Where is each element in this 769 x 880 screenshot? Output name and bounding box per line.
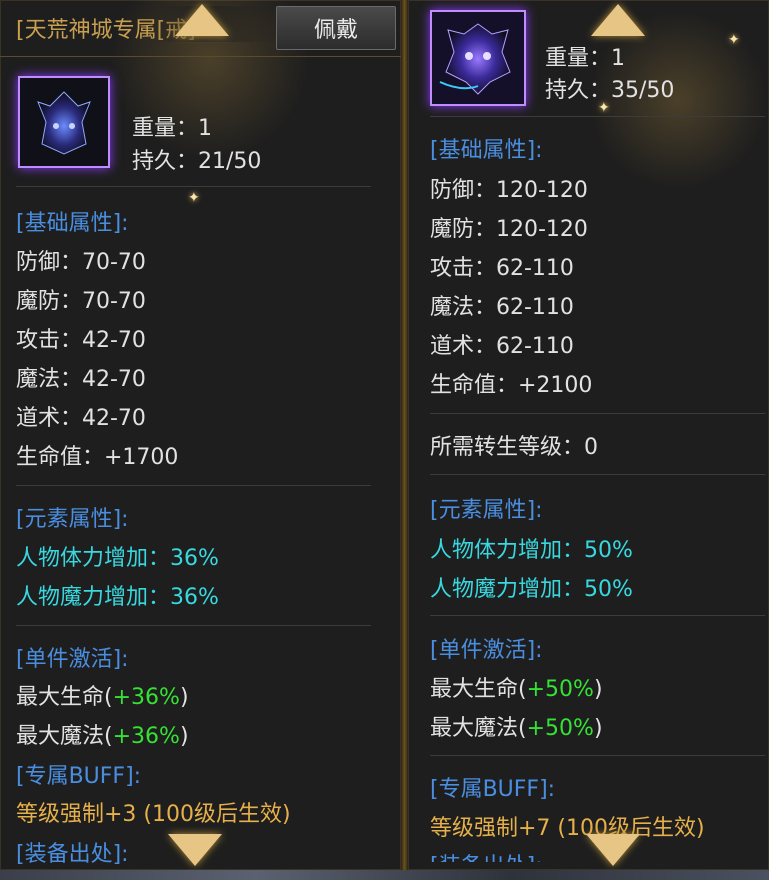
activation-max-mp: 最大魔法(+36%)	[16, 724, 189, 749]
element-mana: 人物魔力增加：36%	[16, 585, 219, 610]
section-divider	[430, 474, 765, 475]
demon-helmet-icon	[18, 76, 110, 168]
item-tooltip-right: ✦ ✦ 重量：1 持久：35/50 [基础属性]: 防御：120-120 魔防：…	[408, 0, 769, 870]
element-stamina: 人物体力增加：36%	[16, 546, 219, 571]
item-durability: 持久：21/50	[132, 149, 262, 174]
activation-max-hp: 最大生命(+50%)	[430, 677, 603, 702]
stat-taoism: 道术：42-70	[16, 406, 146, 431]
stat-magic-defense: 魔防：120-120	[430, 217, 588, 242]
basic-attributes-header: [基础属性]:	[16, 211, 129, 236]
section-divider	[430, 413, 765, 414]
scroll-down-arrow-icon[interactable]	[586, 834, 640, 866]
section-divider	[16, 186, 371, 187]
section-divider	[430, 755, 765, 756]
stat-magic: 魔法：42-70	[16, 367, 146, 392]
scroll-up-arrow-icon[interactable]	[591, 4, 645, 36]
section-divider	[430, 116, 765, 117]
stat-magic: 魔法：62-110	[430, 295, 574, 320]
exclusive-buff-header: [专属BUFF]:	[16, 764, 142, 789]
stat-attack: 攻击：42-70	[16, 328, 146, 353]
section-divider	[430, 615, 765, 616]
item-weight: 重量：1	[545, 46, 625, 71]
equipment-source-header: [装备出处]:	[430, 848, 543, 862]
element-attributes-header: [元素属性]:	[430, 498, 543, 523]
section-divider	[16, 485, 371, 486]
background-strip	[0, 870, 769, 880]
item-tooltip-left: [天荒神城专属[戒] 佩戴 重量：1 持久：21/50 ✦ [基础属性]: 防御…	[0, 0, 401, 870]
single-activation-header: [单件激活]:	[16, 647, 129, 672]
exclusive-buff-header: [专属BUFF]:	[430, 777, 556, 802]
section-divider	[16, 625, 371, 626]
scroll-down-arrow-icon[interactable]	[168, 834, 222, 866]
exclusive-buff-text: 等级强制+7 (100级后生效)	[430, 816, 705, 841]
element-mana: 人物魔力增加：50%	[430, 577, 633, 602]
stat-hp: 生命值：+1700	[16, 445, 179, 470]
stat-defense: 防御：120-120	[430, 178, 588, 203]
rebirth-level-requirement: 所需转生等级：0	[430, 435, 598, 460]
sparkle-icon: ✦	[728, 32, 740, 48]
equipment-source-header: [装备出处]:	[16, 842, 129, 867]
single-activation-header: [单件激活]:	[430, 638, 543, 663]
stat-magic-defense: 魔防：70-70	[16, 289, 146, 314]
element-stamina: 人物体力增加：50%	[430, 538, 633, 563]
demon-mask-icon	[430, 10, 526, 106]
stat-hp: 生命值：+2100	[430, 373, 593, 398]
basic-attributes-header: [基础属性]:	[430, 138, 543, 163]
item-weight: 重量：1	[132, 116, 212, 141]
wear-button[interactable]: 佩戴	[276, 6, 396, 50]
stat-defense: 防御：70-70	[16, 250, 146, 275]
panel-divider	[401, 0, 408, 870]
element-attributes-header: [元素属性]:	[16, 507, 129, 532]
activation-max-hp: 最大生命(+36%)	[16, 685, 189, 710]
sparkle-icon: ✦	[188, 190, 200, 206]
item-durability: 持久：35/50	[545, 78, 675, 103]
stat-attack: 攻击：62-110	[430, 256, 574, 281]
activation-max-mp: 最大魔法(+50%)	[430, 716, 603, 741]
header-divider	[0, 56, 401, 57]
exclusive-buff-text: 等级强制+3 (100级后生效)	[16, 802, 291, 827]
scroll-up-arrow-icon[interactable]	[175, 4, 229, 36]
stat-taoism: 道术：62-110	[430, 334, 574, 359]
